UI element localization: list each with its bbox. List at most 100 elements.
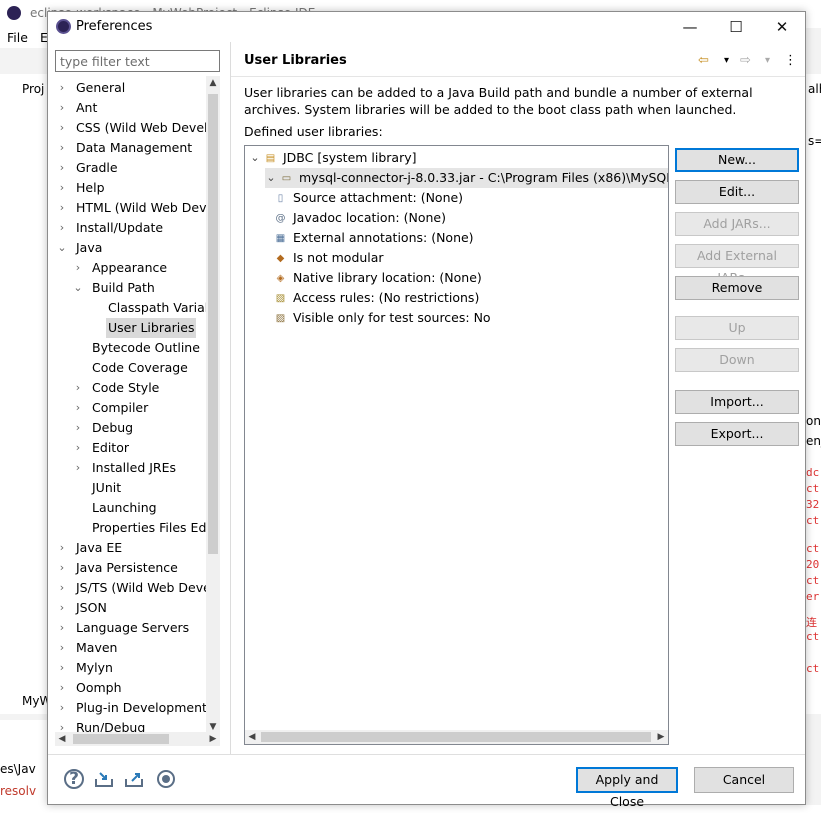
chevron-down-icon[interactable]: ⌄ [265,168,277,188]
tree-item-user-libraries[interactable]: User Libraries [55,318,213,338]
chevron-right-icon[interactable]: › [57,698,67,718]
record-icon[interactable] [156,769,176,789]
chevron-right-icon[interactable]: › [57,658,67,678]
import-button[interactable]: Import... [675,390,799,414]
scroll-left-icon[interactable]: ◀ [55,732,69,746]
tree-item-launching[interactable]: Launching [55,498,213,518]
tree-item-classpath-variab[interactable]: Classpath Variab [55,298,213,318]
chevron-down-icon[interactable]: ⌄ [57,238,67,258]
chevron-right-icon[interactable]: › [73,418,83,438]
help-icon[interactable]: ? [64,769,84,789]
filter-input[interactable] [55,50,220,72]
tree-item-data-management[interactable]: › Data Management [55,138,213,158]
apply-and-close-button[interactable]: Apply and Close [576,767,678,809]
chevron-right-icon[interactable]: › [57,538,67,558]
export-button[interactable]: Export... [675,422,799,446]
tree-item-mylyn[interactable]: › Mylyn [55,658,213,678]
tree-item-plug-in-development[interactable]: › Plug-in Development [55,698,213,718]
library-tree-item[interactable]: ▧ Access rules: (No restrictions) [245,288,668,308]
tree-item-js-ts-wild-web-deve[interactable]: › JS/TS (Wild Web Deve [55,578,213,598]
tree-item-properties-files-edi[interactable]: Properties Files Edi [55,518,213,538]
library-tree-item[interactable]: ⌄ ▤ JDBC [system library] [245,148,668,168]
tree-item-html-wild-web-deve[interactable]: › HTML (Wild Web Deve [55,198,213,218]
tree-item-editor[interactable]: › Editor [55,438,213,458]
back-menu-icon[interactable]: ▾ [724,51,729,71]
minimize-button[interactable]: — [667,12,713,42]
tree-item-java-persistence[interactable]: › Java Persistence [55,558,213,578]
chevron-right-icon[interactable]: › [57,138,67,158]
tree-item-java-ee[interactable]: › Java EE [55,538,213,558]
tree-item-ant[interactable]: › Ant [55,98,213,118]
scroll-thumb[interactable] [73,734,169,744]
tree-item-code-style[interactable]: › Code Style [55,378,213,398]
tree-vertical-scrollbar[interactable]: ▲ ▼ [206,76,220,734]
library-tree-item[interactable]: ▦ External annotations: (None) [245,228,668,248]
chevron-right-icon[interactable]: › [57,558,67,578]
chevron-right-icon[interactable]: › [57,198,67,218]
tree-item-code-coverage[interactable]: Code Coverage [55,358,213,378]
tree-item-appearance[interactable]: › Appearance [55,258,213,278]
chevron-right-icon[interactable]: › [73,258,83,278]
tree-item-json[interactable]: › JSON [55,598,213,618]
edit-button[interactable]: Edit... [675,180,799,204]
tree-horizontal-scrollbar[interactable]: ◀ ▶ [55,732,220,746]
pane-divider[interactable] [230,42,231,754]
maximize-button[interactable]: ☐ [713,12,759,42]
tree-item-general[interactable]: › General [55,78,213,98]
tree-item-maven[interactable]: › Maven [55,638,213,658]
import-preferences-icon[interactable] [94,769,114,789]
tree-item-gradle[interactable]: › Gradle [55,158,213,178]
library-tree-item[interactable]: ▯ Source attachment: (None) [245,188,668,208]
new-button[interactable]: New... [675,148,799,172]
back-arrow-icon[interactable]: ⇦ [698,51,709,71]
chevron-right-icon[interactable]: › [57,218,67,238]
chevron-right-icon[interactable]: › [57,618,67,638]
chevron-right-icon[interactable]: › [73,438,83,458]
library-tree-item[interactable]: ⌄ ▭ mysql-connector-j-8.0.33.jar - C:\Prog… [265,168,668,188]
chevron-right-icon[interactable]: › [73,398,83,418]
chevron-right-icon[interactable]: › [57,178,67,198]
chevron-right-icon[interactable]: › [73,378,83,398]
tree-item-language-servers[interactable]: › Language Servers [55,618,213,638]
chevron-right-icon[interactable]: › [57,598,67,618]
library-tree-item[interactable]: ▨ Visible only for test sources: No [245,308,668,328]
tree-item-install-update[interactable]: › Install/Update [55,218,213,238]
forward-arrow-icon[interactable]: ⇨ [740,51,751,71]
chevron-right-icon[interactable]: › [57,78,67,98]
tree-item-oomph[interactable]: › Oomph [55,678,213,698]
scroll-thumb[interactable] [261,732,651,742]
chevron-right-icon[interactable]: › [57,638,67,658]
project-explorer-tab[interactable]: Proj [22,82,44,96]
chevron-down-icon[interactable]: ⌄ [249,148,261,168]
user-libraries-tree[interactable]: ⌄ ▤ JDBC [system library] ⌄ ▭ mysql-connector… [244,145,669,745]
export-preferences-icon[interactable] [124,769,144,789]
tree-item-junit[interactable]: JUnit [55,478,213,498]
cancel-button[interactable]: Cancel [694,767,794,793]
library-tree-item[interactable]: ◈ Native library location: (None) [245,268,668,288]
chevron-right-icon[interactable]: › [57,678,67,698]
menu-file[interactable]: File [7,30,28,45]
tree-item-compiler[interactable]: › Compiler [55,398,213,418]
scroll-thumb[interactable] [208,94,218,554]
libraries-horizontal-scrollbar[interactable]: ◀ ▶ [245,730,668,744]
tree-item-help[interactable]: › Help [55,178,213,198]
more-options-icon[interactable]: ⋮ [784,51,797,71]
scroll-up-icon[interactable]: ▲ [206,76,220,90]
chevron-right-icon[interactable]: › [57,98,67,118]
chevron-right-icon[interactable]: › [57,158,67,178]
scroll-right-icon[interactable]: ▶ [654,730,668,744]
chevron-right-icon[interactable]: › [57,578,67,598]
tree-item-css-wild-web-develo[interactable]: › CSS (Wild Web Develo [55,118,213,138]
tree-item-bytecode-outline[interactable]: Bytecode Outline [55,338,213,358]
chevron-down-icon[interactable]: ⌄ [73,278,83,298]
library-tree-item[interactable]: ◆ Is not modular [245,248,668,268]
forward-menu-icon[interactable]: ▾ [765,51,770,71]
chevron-right-icon[interactable]: › [57,118,67,138]
tree-item-java[interactable]: ⌄ Java [55,238,213,258]
scroll-left-icon[interactable]: ◀ [245,730,259,744]
library-tree-item[interactable]: @ Javadoc location: (None) [245,208,668,228]
tree-item-build-path[interactable]: ⌄ Build Path [55,278,213,298]
remove-button[interactable]: Remove [675,276,799,300]
chevron-right-icon[interactable]: › [73,458,83,478]
close-button[interactable]: ✕ [759,12,805,42]
